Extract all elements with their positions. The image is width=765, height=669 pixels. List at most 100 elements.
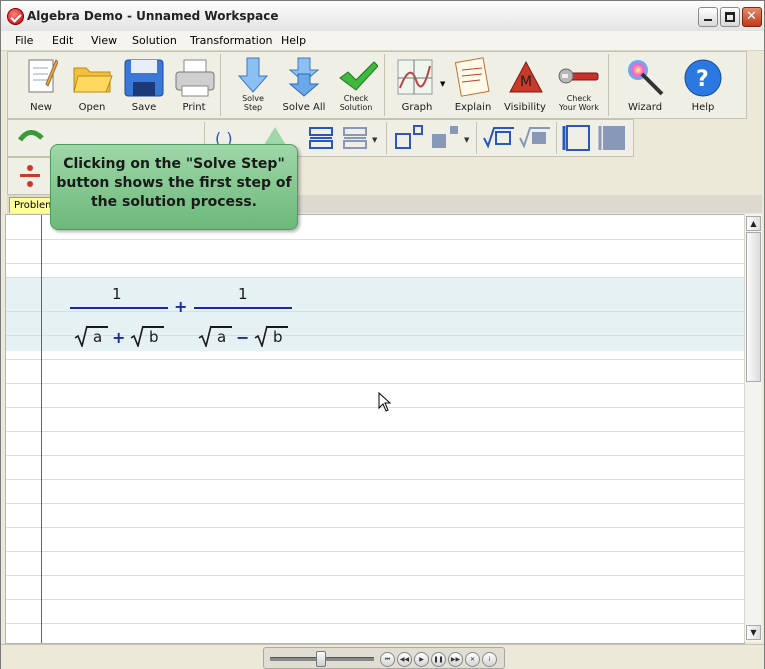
- print-label: Print: [182, 102, 206, 113]
- explain-button[interactable]: Explain: [448, 54, 498, 116]
- help-label: Help: [691, 102, 715, 113]
- sqrt-a-2: a: [198, 325, 234, 347]
- minimize-button[interactable]: [698, 7, 718, 27]
- scroll-down-icon[interactable]: ▼: [746, 625, 761, 640]
- fraction-bar-1: [70, 307, 168, 309]
- svg-text:M: M: [520, 74, 532, 90]
- tools-toolbar-group: ▼ Graph Explain M Visibility Check Your …: [386, 54, 609, 116]
- tutorial-callout: Clicking on the "Solve Step" button show…: [50, 144, 298, 230]
- scroll-up-icon[interactable]: ▲: [746, 216, 761, 231]
- graph-dropdown-icon[interactable]: ▼: [440, 80, 445, 88]
- minimize-icon: [704, 19, 712, 21]
- callout-tail: [264, 127, 286, 145]
- magic-wand-icon: [628, 60, 664, 96]
- checkmark-icon: [339, 61, 378, 91]
- callout-text: Clicking on the "Solve Step" button show…: [56, 156, 292, 210]
- margin-line: [41, 215, 42, 643]
- svg-text:▼: ▼: [372, 136, 378, 144]
- plus-operator: +: [174, 297, 188, 316]
- solve-all-button[interactable]: Solve All: [278, 54, 330, 116]
- maximize-button[interactable]: [720, 7, 740, 27]
- rewind-icon[interactable]: ◀◀: [397, 652, 412, 667]
- fraction-toolbar: [7, 157, 51, 195]
- fast-forward-icon[interactable]: ▶▶: [448, 652, 463, 667]
- status-bar: ⏮ ◀◀ ▶ ❚❚ ▶▶ ✕ i: [1, 644, 764, 669]
- subscript-icon[interactable]: ▼: [430, 124, 474, 152]
- help-toolbar-group: Wizard ? Help: [610, 54, 744, 116]
- menu-transformation[interactable]: Transformation: [190, 34, 273, 47]
- visibility-button[interactable]: M Visibility: [498, 54, 552, 116]
- sqrt-b-2: b: [254, 325, 290, 347]
- stop-icon[interactable]: ✕: [465, 652, 480, 667]
- open-button[interactable]: Open: [66, 54, 118, 116]
- visibility-label: Visibility: [504, 102, 546, 113]
- help-button[interactable]: ? Help: [676, 54, 730, 116]
- play-icon[interactable]: ▶: [414, 652, 429, 667]
- check-solution-button[interactable]: Check Solution: [330, 54, 382, 116]
- wrench-icon: [558, 68, 599, 84]
- undo-icon[interactable]: [16, 126, 44, 150]
- pause-icon[interactable]: ❚❚: [431, 652, 446, 667]
- playback-slider-thumb[interactable]: [316, 651, 326, 667]
- save-label: Save: [131, 102, 157, 113]
- info-icon[interactable]: i: [482, 652, 497, 667]
- operator-2: −: [236, 328, 250, 347]
- fraction-icon[interactable]: [18, 162, 42, 190]
- check-solution-label: Check Solution: [339, 94, 373, 112]
- solve-step-label: Solve Step: [242, 94, 264, 112]
- rewind-start-icon[interactable]: ⏮: [380, 652, 395, 667]
- explain-label: Explain: [454, 102, 492, 113]
- visibility-icon: M: [509, 60, 543, 93]
- menu-view[interactable]: View: [91, 34, 117, 47]
- graph-button[interactable]: ▼ Graph: [390, 54, 445, 116]
- vertical-scrollbar[interactable]: ▲ ▼: [744, 214, 762, 642]
- new-button[interactable]: New: [16, 54, 66, 116]
- mouse-cursor-icon: [378, 392, 392, 412]
- open-folder-icon: [73, 67, 113, 93]
- menu-help[interactable]: Help: [281, 34, 306, 47]
- numerator-2: 1: [238, 285, 248, 303]
- print-button[interactable]: Print: [170, 54, 218, 116]
- menu-solution[interactable]: Solution: [132, 34, 177, 47]
- matrix-icon[interactable]: [598, 124, 632, 152]
- save-button[interactable]: Save: [118, 54, 170, 116]
- sqrt-a-1: a: [74, 325, 110, 347]
- close-button[interactable]: ✕: [742, 7, 762, 27]
- menu-bar: File Edit View Solution Transformation H…: [1, 31, 764, 51]
- main-toolbar: New Open Save Print Solve Step Solve All…: [7, 51, 747, 119]
- graph-label: Graph: [401, 102, 433, 113]
- check-your-work-label: Check Your Work: [559, 94, 599, 112]
- new-label: New: [30, 102, 52, 113]
- svg-text:?: ?: [696, 67, 709, 92]
- workspace-canvas[interactable]: 1 a + b + 1 a − b: [5, 214, 745, 644]
- playback-controls: ⏮ ◀◀ ▶ ❚❚ ▶▶ ✕ i: [263, 647, 505, 669]
- title-bar: Algebra Demo - Unnamed Workspace ✕: [1, 1, 764, 32]
- check-your-work-button[interactable]: Check Your Work: [552, 54, 606, 116]
- exponent-icon[interactable]: [394, 124, 428, 152]
- align-equations-icon[interactable]: ▼: [342, 124, 382, 152]
- save-disk-icon: [124, 59, 164, 97]
- wizard-button[interactable]: Wizard: [616, 54, 674, 116]
- new-document-icon: [28, 59, 58, 93]
- menu-edit[interactable]: Edit: [52, 34, 73, 47]
- window-title: Algebra Demo - Unnamed Workspace: [27, 9, 279, 23]
- file-toolbar-group: New Open Save Print: [8, 54, 221, 116]
- menu-file[interactable]: File: [15, 34, 33, 47]
- open-label: Open: [78, 102, 106, 113]
- explain-icon: [454, 57, 490, 97]
- solve-all-arrows-icon: [288, 57, 320, 97]
- help-question-icon: ?: [684, 59, 722, 97]
- solve-step-arrow-icon: [238, 57, 268, 93]
- graph-icon: [397, 59, 433, 95]
- stack-equations-icon[interactable]: [308, 124, 336, 152]
- sqrt-b-1: b: [130, 325, 166, 347]
- svg-text:▼: ▼: [464, 136, 470, 144]
- root-icon[interactable]: [482, 124, 516, 152]
- fraction-bar-2: [194, 307, 292, 309]
- app-window: Algebra Demo - Unnamed Workspace ✕ File …: [0, 0, 765, 669]
- close-icon: ✕: [746, 9, 757, 24]
- solve-step-button[interactable]: Solve Step: [228, 54, 278, 116]
- nth-root-icon[interactable]: [518, 124, 552, 152]
- absolute-value-icon[interactable]: [562, 124, 596, 152]
- scroll-thumb[interactable]: [746, 232, 761, 382]
